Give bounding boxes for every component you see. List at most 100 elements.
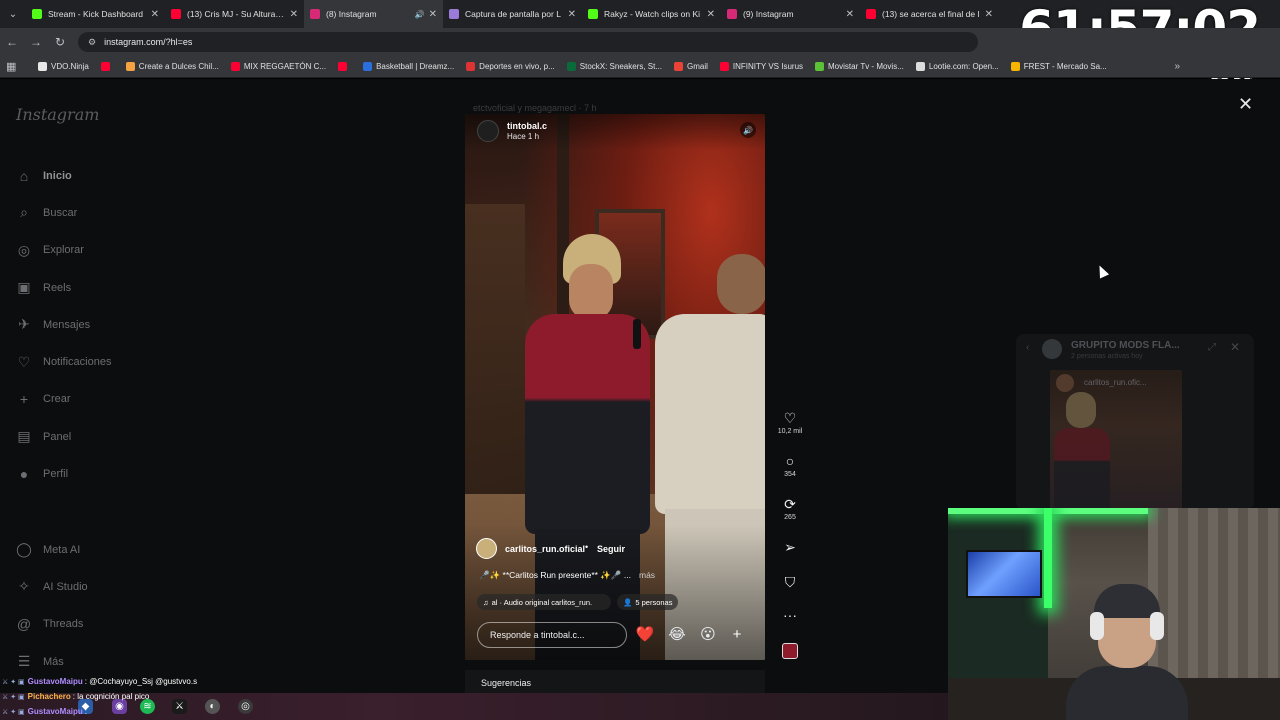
apps-grid-icon[interactable]: ▦ bbox=[6, 60, 26, 73]
sound-icon[interactable]: 🔊 bbox=[740, 122, 756, 138]
back-icon[interactable]: ← bbox=[0, 35, 24, 49]
sidebar-item-notificaciones[interactable]: ♡ Notificaciones bbox=[16, 343, 112, 380]
sidebar-item-perfil[interactable]: ● Perfil bbox=[16, 455, 111, 492]
group-avatar bbox=[1042, 339, 1062, 359]
browser-tab[interactable]: (8) Instagram 🔊 ✕ bbox=[304, 0, 443, 28]
bookmark-item[interactable]: INFINITY VS Isurus bbox=[719, 62, 803, 71]
surprise-reaction-icon[interactable]: 😮 bbox=[698, 624, 718, 644]
comment-button[interactable]: ○ 354 bbox=[775, 453, 805, 478]
bookmark-item[interactable]: Movistar Tv - Movis... bbox=[815, 62, 904, 71]
tab-close-icon[interactable]: ✕ bbox=[846, 9, 854, 20]
follow-button[interactable]: Seguir bbox=[597, 544, 625, 554]
tab-close-icon[interactable]: ✕ bbox=[568, 9, 576, 20]
url-field[interactable]: ⚙ instagram.com/?hl=es bbox=[78, 32, 978, 52]
heart-icon: ♡ bbox=[17, 353, 31, 370]
sidebar-item-inicio[interactable]: ⌂ Inicio bbox=[16, 157, 111, 194]
tab-audio-icon[interactable]: 🔊 bbox=[415, 10, 425, 19]
close-icon[interactable]: ✕ bbox=[1230, 340, 1240, 354]
sidebar-item-meta-ai[interactable]: ◯ Meta AI bbox=[16, 531, 88, 568]
browser-tab[interactable]: Captura de pantalla por L ✕ bbox=[443, 0, 582, 28]
sidebar-item-buscar[interactable]: ⌕ Buscar bbox=[16, 194, 111, 231]
browser-tab[interactable]: Rakyz - Watch clips on Ki ✕ bbox=[582, 0, 721, 28]
chat-message: ⚔ ✦ ▣ GustavoMaipu: @Cochayuyo_Ssj @gustv… bbox=[0, 674, 330, 689]
tab-close-icon[interactable]: ✕ bbox=[290, 9, 298, 20]
more-options-button[interactable]: ··· bbox=[775, 607, 805, 623]
bookmark-item[interactable]: FREST - Mercado Sa... bbox=[1010, 62, 1107, 71]
post-user-avatar[interactable] bbox=[476, 538, 497, 559]
mini-chat-window[interactable]: ‹ GRUPITO MODS FLA... 2 personas activas… bbox=[1016, 334, 1254, 510]
reel-username[interactable]: tintobal.c bbox=[507, 121, 547, 131]
instagram-logo[interactable]: Instagram bbox=[16, 105, 99, 124]
tab-favicon-icon bbox=[171, 9, 181, 19]
sidebar-item-crear[interactable]: + Crear bbox=[16, 381, 111, 418]
reply-input[interactable]: Responde a tintobal.c... bbox=[477, 622, 627, 648]
audio-pill[interactable]: ♫ al · Audio original carlitos_run. bbox=[477, 594, 611, 610]
reel-video[interactable]: tintobal.c Hace 1 h 🔊 carlitos_run.ofici… bbox=[465, 114, 765, 660]
browser-tab[interactable]: Stream - Kick Dashboard ✕ bbox=[26, 0, 165, 28]
people-label: 5 personas bbox=[635, 597, 673, 607]
bookmark-favicon-icon bbox=[100, 62, 110, 71]
sidebar-item-explorar[interactable]: ◎ Explorar bbox=[16, 232, 111, 269]
bookmark-item[interactable]: Create a Dulces Chil... bbox=[125, 62, 219, 71]
browser-tab[interactable]: (13) se acerca el final de l ✕ bbox=[860, 0, 999, 28]
tab-close-icon[interactable]: ✕ bbox=[707, 9, 715, 20]
like-button[interactable]: ♡ 10,2 mil bbox=[775, 410, 805, 435]
browser-tab[interactable]: (9) Instagram ✕ bbox=[721, 0, 860, 28]
bookmark-item[interactable]: MIX REGGAETÓN C... bbox=[230, 62, 326, 71]
background-story-header: etctvoficial y megagamecl · 7 h bbox=[473, 103, 597, 113]
bookmark-label: FREST - Mercado Sa... bbox=[1023, 62, 1107, 71]
sidebar-item-mensajes[interactable]: ✈ Mensajes bbox=[16, 306, 111, 343]
audio-avatar[interactable] bbox=[782, 643, 798, 659]
sidebar-item-threads[interactable]: @ Threads bbox=[16, 606, 88, 643]
tagged-people-pill[interactable]: 👤 5 personas bbox=[617, 594, 679, 610]
sidebar-item-ai-studio[interactable]: ✧ AI Studio bbox=[16, 568, 88, 605]
reel-user-avatar[interactable] bbox=[477, 120, 499, 142]
bookmark-item[interactable]: VDO.Ninja bbox=[38, 62, 89, 71]
caption-more-link[interactable]: más bbox=[639, 570, 655, 580]
reel-timestamp: Hace 1 h bbox=[507, 132, 540, 141]
close-viewer-icon[interactable]: ✕ bbox=[1238, 94, 1253, 115]
save-button[interactable]: ⛉ bbox=[775, 574, 805, 590]
music-note-icon: ♫ bbox=[483, 597, 489, 607]
reload-icon[interactable]: ↻ bbox=[48, 35, 72, 49]
sidebar-item-panel[interactable]: ▤ Panel bbox=[16, 418, 111, 455]
shared-reel-preview[interactable]: carlitos_run.ofic... bbox=[1050, 370, 1182, 508]
address-bar: ← → ↻ ⚙ instagram.com/?hl=es bbox=[0, 28, 1280, 56]
site-info-icon[interactable]: ⚙ bbox=[88, 37, 96, 48]
bookmark-item[interactable]: Deportes en vivo, p... bbox=[466, 62, 555, 71]
chevron-left-icon[interactable]: ‹ bbox=[1026, 342, 1029, 353]
tab-close-icon[interactable]: ✕ bbox=[429, 9, 437, 20]
bookmark-item[interactable]: Lootie.com: Open... bbox=[915, 62, 999, 71]
bookmark-label: Movistar Tv - Movis... bbox=[828, 62, 904, 71]
expand-icon[interactable]: ⤢ bbox=[1208, 342, 1216, 353]
tab-close-icon[interactable]: ✕ bbox=[151, 9, 159, 20]
repost-button[interactable]: ⟳ 265 bbox=[775, 496, 805, 521]
chat-username: Pichachero bbox=[27, 692, 71, 701]
forward-icon[interactable]: → bbox=[24, 35, 48, 49]
browser-tab[interactable]: (13) Cris MJ - Su Altura (V ✕ bbox=[165, 0, 304, 28]
laugh-reaction-icon[interactable]: 😂 bbox=[667, 624, 687, 644]
tab-search-icon[interactable]: ⌄ bbox=[0, 0, 26, 28]
heart-reaction-icon[interactable]: ❤️ bbox=[635, 624, 655, 644]
add-reaction-icon[interactable]: + bbox=[727, 624, 747, 644]
scene-wall bbox=[465, 204, 525, 504]
bookmark-item[interactable]: Gmail bbox=[674, 62, 708, 71]
bookmark-label: VDO.Ninja bbox=[51, 62, 89, 71]
tab-favicon-icon bbox=[310, 9, 320, 19]
share-button[interactable]: ➢ bbox=[775, 539, 805, 555]
bookmark-item[interactable]: StockX: Sneakers, St... bbox=[566, 62, 662, 71]
post-username[interactable]: carlitos_run.oficial bbox=[505, 544, 585, 554]
bookmark-favicon-icon bbox=[719, 62, 729, 71]
sidebar-item-reels[interactable]: ▣ Reels bbox=[16, 269, 111, 306]
bookmark-favicon-icon bbox=[674, 62, 684, 71]
tab-close-icon[interactable]: ✕ bbox=[985, 9, 993, 20]
send-icon: ➢ bbox=[784, 539, 796, 555]
bookmarks-overflow-icon[interactable]: » bbox=[1174, 61, 1180, 72]
bookmark-item[interactable]: Basketball | Dreamz... bbox=[363, 62, 454, 71]
webcam-overlay bbox=[948, 508, 1280, 720]
chat-text: : @Cochayuyo_Ssj @gustvvo.s bbox=[84, 677, 198, 686]
search-icon: ⌕ bbox=[20, 204, 28, 221]
bookmark-item[interactable] bbox=[100, 62, 114, 71]
group-title: GRUPITO MODS FLA... bbox=[1071, 340, 1180, 351]
bookmark-item[interactable] bbox=[338, 62, 351, 71]
